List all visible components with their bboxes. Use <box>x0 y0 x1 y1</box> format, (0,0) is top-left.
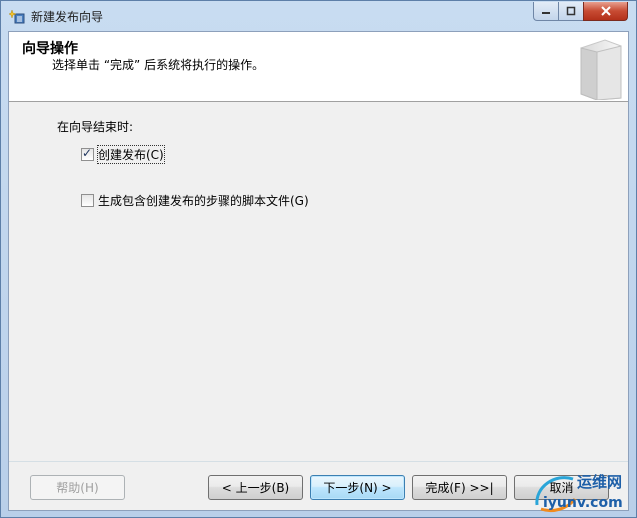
wizard-body: 向导操作 选择单击 “完成” 后系统将执行的操作。 在向导结束时: ✓ 创建发布… <box>8 31 629 511</box>
wizard-graphic-icon <box>575 38 623 101</box>
title-bar[interactable]: 新建发布向导 <box>1 1 636 31</box>
wizard-app-icon <box>8 8 25 24</box>
wizard-header: 向导操作 选择单击 “完成” 后系统将执行的操作。 <box>9 32 628 102</box>
close-button[interactable] <box>583 2 628 21</box>
generate-script-checkbox[interactable] <box>81 194 94 207</box>
wizard-window: 新建发布向导 向导操作 选择单击 “完成” 后系统将执行的操作。 在向导结束时:… <box>0 0 637 518</box>
generate-script-label: 生成包含创建发布的步骤的脚本文件(G) <box>98 194 309 208</box>
back-button[interactable]: < 上一步(B) <box>208 475 303 500</box>
group-label: 在向导结束时: <box>57 120 134 134</box>
create-publication-label: 创建发布(C) <box>97 145 165 164</box>
watermark-title: 运维网 <box>577 473 623 491</box>
page-subtitle: 选择单击 “完成” 后系统将执行的操作。 <box>52 58 265 72</box>
window-title: 新建发布向导 <box>31 10 104 24</box>
minimize-button[interactable] <box>533 2 559 21</box>
finish-button[interactable]: 完成(F) >>| <box>412 475 507 500</box>
site-watermark: 运维网 iyunv.com <box>533 469 633 515</box>
maximize-button[interactable] <box>558 2 584 21</box>
footer-divider <box>9 461 628 462</box>
create-publication-checkbox[interactable]: ✓ <box>81 146 94 161</box>
checkmark-icon: ✓ <box>82 146 93 160</box>
create-publication-option[interactable]: ✓ 创建发布(C) <box>81 145 165 164</box>
generate-script-option[interactable]: 生成包含创建发布的步骤的脚本文件(G) <box>81 192 309 209</box>
next-button[interactable]: 下一步(N) > <box>310 475 405 500</box>
watermark-domain: iyunv.com <box>543 495 623 511</box>
help-button[interactable]: 帮助(H) <box>30 475 125 500</box>
page-title: 向导操作 <box>22 41 78 57</box>
